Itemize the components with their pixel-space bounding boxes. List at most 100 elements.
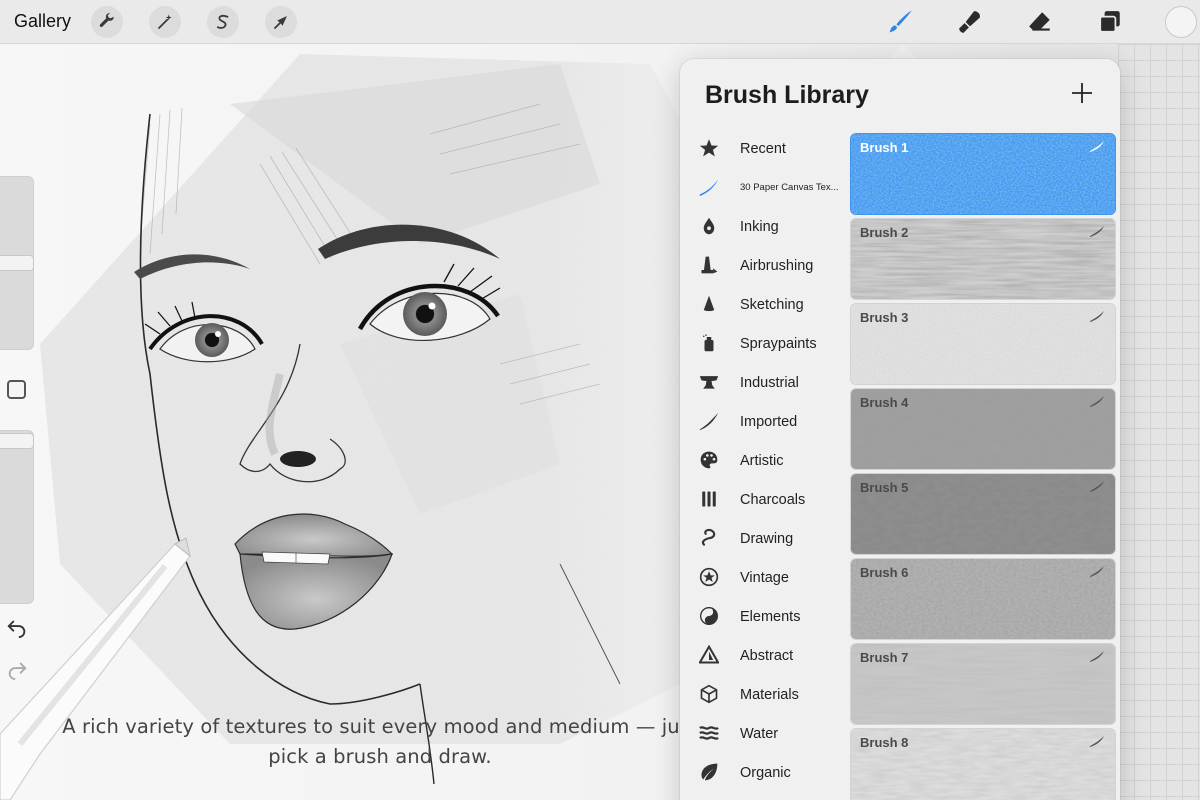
cube-icon xyxy=(700,684,718,704)
brush-set-drawing[interactable]: Drawing xyxy=(680,519,850,558)
brush-set-vintage[interactable]: Vintage xyxy=(680,558,850,597)
imported-stroke-icon xyxy=(699,412,719,431)
brush-set-label: Organic xyxy=(740,765,791,781)
brush-set-materials[interactable]: Materials xyxy=(680,675,850,714)
brush-stroke-glyph-icon xyxy=(1090,226,1104,237)
brush-set-label: Industrial xyxy=(740,375,799,391)
palette-icon xyxy=(700,451,718,469)
brush-size-knob[interactable] xyxy=(0,255,34,271)
brush-item-2[interactable]: Brush 2 xyxy=(850,218,1116,300)
yin-yang-icon xyxy=(700,607,718,625)
modify-button[interactable] xyxy=(7,380,26,399)
brush-set-label: Drawing xyxy=(740,531,794,547)
leaf-icon xyxy=(701,763,718,781)
transform-button[interactable] xyxy=(265,6,297,38)
magic-wand-icon xyxy=(158,14,172,29)
brush-set-label: Airbrushing xyxy=(740,258,814,274)
brush-set-airbrushing[interactable]: Airbrushing xyxy=(680,246,850,285)
layers-button[interactable] xyxy=(1095,7,1125,37)
blue-stroke-icon xyxy=(699,179,719,197)
actions-wrench-button[interactable] xyxy=(91,6,123,38)
brush-item-4[interactable]: Brush 4 xyxy=(850,388,1116,470)
brush-set-30-paper-canvas[interactable]: 30 Paper Canvas Tex... xyxy=(680,168,850,207)
brush-item-7[interactable]: Brush 7 xyxy=(850,643,1116,725)
squiggle-icon xyxy=(701,528,716,546)
brush-set-imported[interactable]: Imported xyxy=(680,402,850,441)
eraser-tool-button[interactable] xyxy=(1025,7,1055,37)
brush-set-spraypaints[interactable]: Spraypaints xyxy=(680,324,850,363)
brush-name: Brush 6 xyxy=(860,565,909,580)
brush-set-artistic[interactable]: Artistic xyxy=(680,441,850,480)
brush-stroke-glyph-icon xyxy=(1090,141,1104,152)
brush-item-5[interactable]: Brush 5 xyxy=(850,473,1116,555)
brush-set-label: Elements xyxy=(740,609,801,625)
brush-set-charcoals[interactable]: Charcoals xyxy=(680,480,850,519)
brush-set-label: Sketching xyxy=(740,297,804,313)
brush-stroke-glyph-icon xyxy=(1090,566,1104,577)
brush-set-label: 30 Paper Canvas Tex... xyxy=(740,182,839,193)
smudge-icon xyxy=(959,11,980,33)
add-brush-icon[interactable] xyxy=(1070,81,1094,105)
brush-set-inking[interactable]: Inking xyxy=(680,207,850,246)
brush-set-organic[interactable]: Organic xyxy=(680,753,850,792)
brush-set-label: Materials xyxy=(740,687,799,703)
brush-name: Brush 2 xyxy=(860,225,909,240)
brush-size-slider[interactable] xyxy=(0,176,34,350)
wrench-icon xyxy=(99,13,114,27)
brush-tool-button[interactable] xyxy=(885,7,915,37)
portrait-sketch xyxy=(0,54,720,800)
brush-set-label: Vintage xyxy=(740,570,789,586)
left-sidebar xyxy=(0,176,38,706)
brush-set-elements[interactable]: Elements xyxy=(680,597,850,636)
brush-name: Brush 8 xyxy=(860,735,909,750)
canvas-grid-background xyxy=(1118,44,1200,800)
smudge-tool-button[interactable] xyxy=(955,7,985,37)
charcoal-sticks-icon xyxy=(702,491,716,507)
undo-icon[interactable] xyxy=(6,616,28,638)
adjustments-button[interactable] xyxy=(149,6,181,38)
brush-item-1[interactable]: Brush 1 xyxy=(850,133,1116,215)
brush-icon xyxy=(889,10,912,33)
triangle-icon xyxy=(699,645,719,664)
top-toolbar: Gallery xyxy=(0,0,1200,44)
brush-library-panel: Brush Library Recent 30 Paper Canvas Tex… xyxy=(680,59,1120,800)
brush-item-8[interactable]: Brush 8 xyxy=(850,728,1116,800)
brush-set-water[interactable]: Water xyxy=(680,714,850,753)
brush-set-label: Artistic xyxy=(740,453,784,469)
brush-set-label: Water xyxy=(740,726,779,742)
brush-stroke-glyph-icon xyxy=(1090,736,1104,747)
pencil-tip-icon xyxy=(703,295,715,312)
brush-stroke-glyph-icon xyxy=(1090,311,1104,322)
pen-nib-icon xyxy=(703,217,715,235)
brush-name: Brush 3 xyxy=(860,310,909,325)
selection-button[interactable] xyxy=(207,6,239,38)
brush-set-label: Recent xyxy=(740,141,786,157)
brush-set-label: Inking xyxy=(740,219,779,235)
brush-item-6[interactable]: Brush 6 xyxy=(850,558,1116,640)
selection-s-icon xyxy=(216,14,229,29)
anvil-icon xyxy=(699,376,719,389)
star-icon xyxy=(699,139,719,157)
spray-can-icon xyxy=(703,334,714,352)
brush-name: Brush 7 xyxy=(860,650,909,665)
gallery-button[interactable]: Gallery xyxy=(14,11,71,32)
brush-set-recent[interactable]: Recent xyxy=(680,129,850,168)
marketing-caption: A rich variety of textures to suit every… xyxy=(62,715,698,768)
redo-icon[interactable] xyxy=(6,658,28,680)
color-picker-button[interactable] xyxy=(1165,6,1197,38)
brush-set-label: Abstract xyxy=(740,648,794,664)
brush-set-abstract[interactable]: Abstract xyxy=(680,636,850,675)
brush-library-title: Brush Library xyxy=(705,81,869,109)
brush-name: Brush 5 xyxy=(860,480,909,495)
brush-set-label: Spraypaints xyxy=(740,336,817,352)
brush-stroke-glyph-icon xyxy=(1090,651,1104,662)
transform-arrow-icon xyxy=(274,16,287,29)
brush-set-industrial[interactable]: Industrial xyxy=(680,363,850,402)
opacity-knob[interactable] xyxy=(0,433,34,449)
opacity-slider[interactable] xyxy=(0,430,34,604)
brush-stroke-glyph-icon xyxy=(1090,396,1104,407)
airbrush-icon xyxy=(701,256,718,274)
eraser-icon xyxy=(1029,12,1050,31)
brush-item-3[interactable]: Brush 3 xyxy=(850,303,1116,385)
brush-set-sketching[interactable]: Sketching xyxy=(680,285,850,324)
